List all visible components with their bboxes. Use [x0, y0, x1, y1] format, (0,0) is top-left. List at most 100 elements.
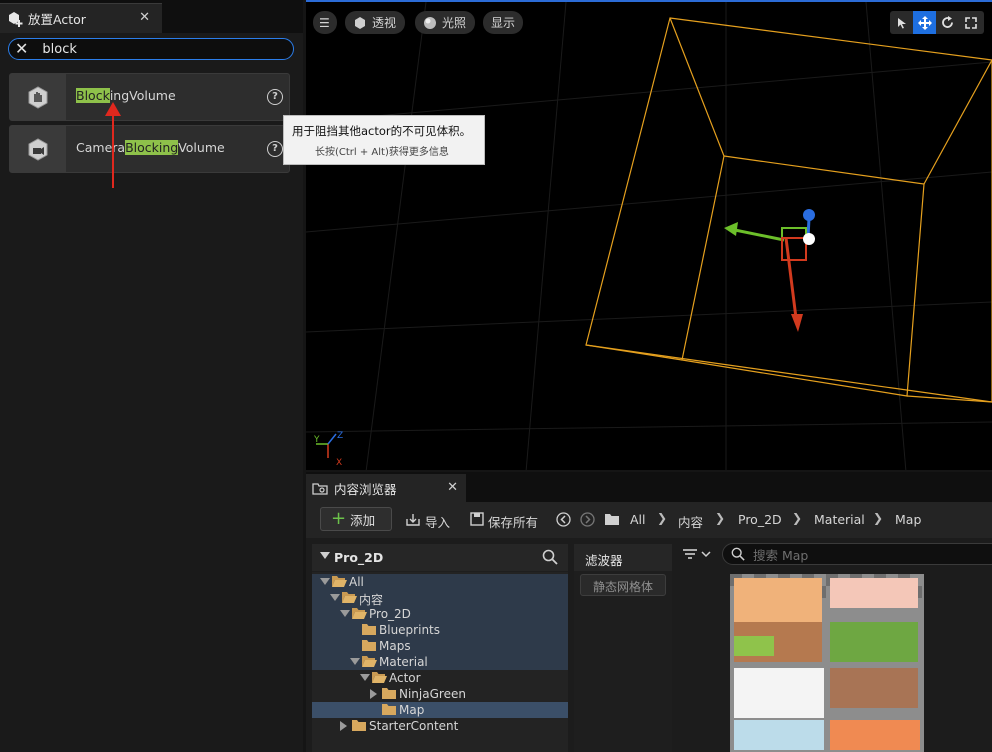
- tree-row-map[interactable]: Map: [312, 702, 568, 718]
- filter-icon[interactable]: [682, 548, 712, 562]
- tree-title: Pro_2D: [334, 550, 384, 565]
- close-icon[interactable]: ✕: [447, 480, 458, 495]
- axis-indicator: Y Z X: [313, 431, 343, 468]
- actor-tooltip: 用于阻挡其他actor的不可见体积。 长按(Ctrl + Alt)获得更多信息: [283, 115, 485, 165]
- tree-row-ninjagreen[interactable]: NinjaGreen: [312, 686, 568, 702]
- import-button[interactable]: 导入: [425, 512, 450, 531]
- tree-row-label: Material: [379, 655, 428, 669]
- chevron-right-icon: ❯: [657, 511, 668, 525]
- clear-search-icon[interactable]: ✕: [15, 41, 28, 57]
- folder-icon: [382, 704, 396, 715]
- search-value: block: [42, 41, 77, 57]
- breadcrumb-pro2d[interactable]: Pro_2D: [738, 512, 782, 527]
- breadcrumb-content[interactable]: 内容: [678, 512, 703, 531]
- content-browser-tabbar: 内容浏览器 ✕: [306, 472, 992, 502]
- close-icon[interactable]: ✕: [139, 10, 150, 25]
- tree-row-startercontent[interactable]: StarterContent: [312, 718, 568, 734]
- tree-row-material[interactable]: Material: [312, 654, 568, 670]
- breadcrumb-material[interactable]: Material: [814, 512, 865, 527]
- tree-row-blueprints[interactable]: Blueprints: [312, 622, 568, 638]
- chevron-right-icon[interactable]: [340, 721, 347, 731]
- search-icon[interactable]: [542, 549, 558, 565]
- folder-tree: All 内容 Pro_2D Blueprints Maps Material Actor Ni…: [312, 572, 568, 752]
- tree-row--[interactable]: 内容: [312, 590, 568, 607]
- forward-icon[interactable]: [580, 512, 595, 527]
- collapse-icon[interactable]: [320, 552, 330, 559]
- tab-place-actors[interactable]: 放置Actor ✕: [0, 3, 162, 33]
- red-annotation-arrow: [105, 102, 121, 188]
- tree-row-label: Actor: [389, 671, 421, 685]
- translate-icon[interactable]: [913, 11, 936, 34]
- filters-header: 滤波器: [574, 544, 672, 571]
- rotate-icon[interactable]: [936, 11, 959, 34]
- folder-open-icon: [342, 592, 357, 603]
- folder-tree-panel: Pro_2D All 内容 Pro_2D Blueprints Maps Material…: [312, 544, 568, 752]
- filters-panel: 滤波器 静态网格体: [574, 544, 672, 752]
- unreal-editor: 放置Actor ✕ ✕ block BlockingVolume ? Camer…: [0, 0, 992, 752]
- save-icon: [470, 512, 484, 526]
- list-item-blocking-volume[interactable]: BlockingVolume ?: [9, 73, 290, 121]
- chevron-down-icon[interactable]: [330, 594, 340, 601]
- hand-cube-icon: [10, 74, 66, 120]
- perspective-label: 透视: [372, 16, 397, 30]
- add-label: 添加: [350, 512, 376, 528]
- folder-tree-header[interactable]: Pro_2D: [312, 544, 568, 571]
- content-browser-icon: [312, 483, 328, 495]
- chevron-down-icon[interactable]: [360, 674, 370, 681]
- transform-toolbar: [890, 11, 984, 34]
- chevron-down-icon[interactable]: [350, 658, 360, 665]
- svg-text:Y: Y: [313, 435, 320, 445]
- sphere-icon: [424, 16, 436, 29]
- tree-row-label: StarterContent: [369, 719, 459, 733]
- lit-label: 光照: [442, 16, 467, 30]
- blocking-volume-wireframe: [585, 17, 992, 403]
- viewport-menu-button[interactable]: ☰: [313, 11, 337, 34]
- tab-content-browser[interactable]: 内容浏览器 ✕: [306, 474, 466, 502]
- folder-icon: [382, 688, 396, 699]
- search-icon: [731, 547, 745, 561]
- asset-search-input[interactable]: 搜索 Map: [722, 543, 992, 565]
- filter-chip-static-mesh[interactable]: 静态网格体: [580, 574, 666, 596]
- tree-row-label: All: [349, 575, 364, 589]
- content-browser: 内容浏览器 ✕ + 添加 导入 保存所有 All ❯ 内容 ❯ Pro_2D ❯…: [306, 472, 992, 752]
- breadcrumb-map[interactable]: Map: [895, 512, 921, 527]
- folder-icon: [352, 720, 366, 731]
- place-actor-icon: [9, 11, 23, 27]
- import-icon: [406, 514, 420, 526]
- tree-row-actor[interactable]: Actor: [312, 670, 568, 686]
- save-all-button[interactable]: 保存所有: [488, 512, 538, 531]
- chevron-down-icon[interactable]: [340, 610, 350, 617]
- folder-icon: [362, 640, 376, 651]
- tab-label: 放置Actor: [28, 12, 86, 27]
- search-placeholder: 搜索 Map: [753, 547, 809, 563]
- actor-search-input[interactable]: ✕ block: [8, 38, 294, 60]
- place-actors-panel: 放置Actor ✕ ✕ block BlockingVolume ? Camer…: [0, 0, 303, 752]
- lit-button[interactable]: 光照: [415, 11, 475, 34]
- place-actors-tabbar: 放置Actor ✕: [0, 0, 303, 33]
- back-icon[interactable]: [556, 512, 571, 527]
- tree-row-label: Pro_2D: [369, 607, 411, 621]
- level-viewport[interactable]: Y Z X ☰ 透视 光照 显示: [306, 0, 992, 470]
- show-button[interactable]: 显示: [483, 11, 523, 34]
- folder-open-icon: [332, 576, 347, 587]
- viewport-scene: Y Z X: [306, 2, 992, 470]
- tree-row-all[interactable]: All: [312, 574, 568, 590]
- tree-row-pro-2d[interactable]: Pro_2D: [312, 606, 568, 622]
- help-icon[interactable]: ?: [267, 89, 283, 105]
- tree-row-maps[interactable]: Maps: [312, 638, 568, 654]
- tooltip-description: 用于阻挡其他actor的不可见体积。: [292, 124, 472, 138]
- asset-tile-map-texture[interactable]: [730, 574, 924, 752]
- tree-row-label: Blueprints: [379, 623, 441, 637]
- chevron-right-icon[interactable]: [370, 689, 377, 699]
- scale-icon[interactable]: [959, 11, 982, 34]
- chevron-down-icon[interactable]: [320, 578, 330, 585]
- list-item-camera-blocking-volume[interactable]: CameraBlockingVolume ?: [9, 125, 290, 173]
- folder-icon: [362, 624, 376, 635]
- folder-open-icon: [372, 672, 387, 683]
- tab-label: 内容浏览器: [334, 481, 397, 497]
- help-icon[interactable]: ?: [267, 141, 283, 157]
- perspective-button[interactable]: 透视: [345, 11, 405, 34]
- add-button[interactable]: + 添加: [320, 507, 392, 531]
- select-icon[interactable]: [890, 11, 913, 34]
- breadcrumb-all[interactable]: All: [630, 512, 646, 527]
